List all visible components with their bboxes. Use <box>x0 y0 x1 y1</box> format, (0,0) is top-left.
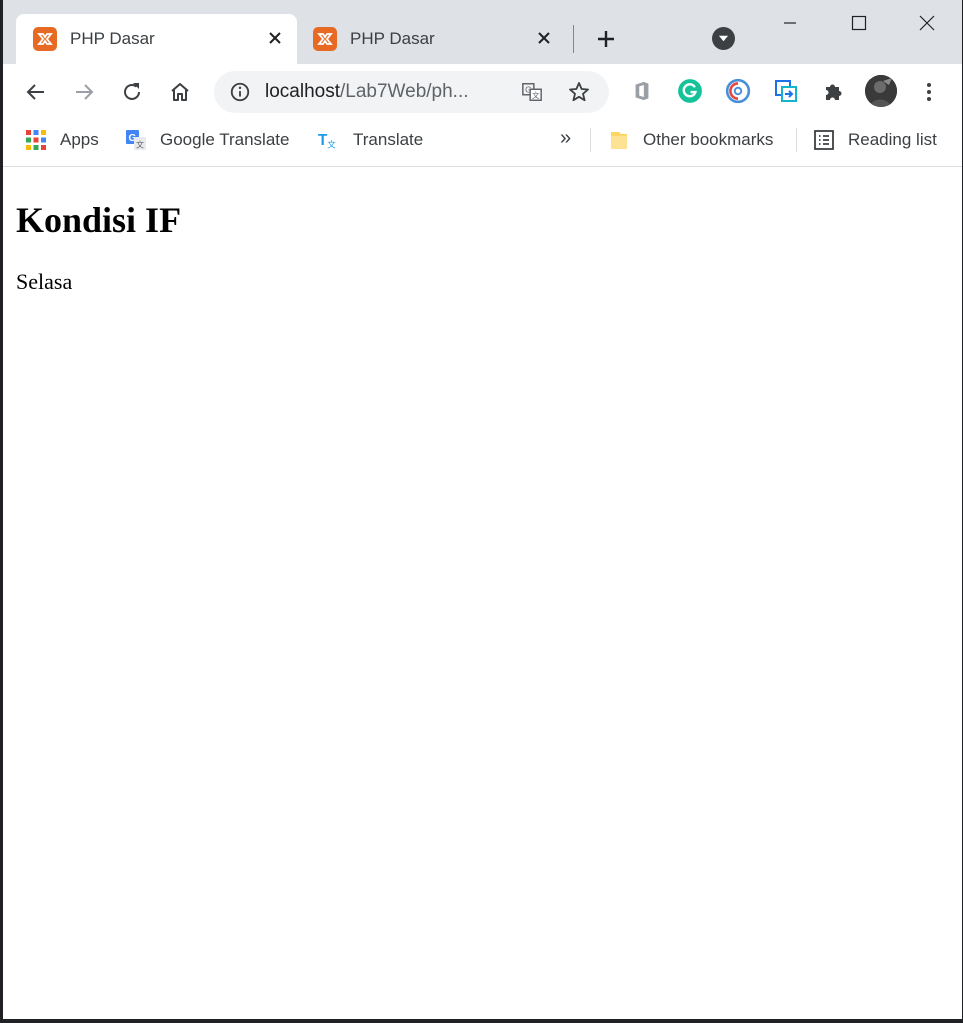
tab-close-icon[interactable] <box>263 26 287 50</box>
three-dots-icon <box>927 83 931 101</box>
navigation-toolbar: localhost/Lab7Web/ph... G文 <box>3 64 962 120</box>
close-icon <box>919 15 935 31</box>
tab-strip: PHP Dasar PHP Dasar <box>3 0 962 64</box>
url-host: localhost <box>265 81 340 102</box>
bookmark-apps[interactable]: Apps <box>25 127 99 153</box>
tab-title: PHP Dasar <box>70 29 155 48</box>
tab-php-dasar-active[interactable]: PHP Dasar <box>16 14 297 64</box>
reload-icon <box>124 83 140 100</box>
bookmark-separator <box>796 128 797 152</box>
xampp-favicon-icon <box>313 27 337 51</box>
maximize-icon <box>851 15 867 31</box>
profile-avatar[interactable] <box>865 75 897 107</box>
arrow-right-icon <box>76 84 94 100</box>
bookmark-other-bookmarks[interactable]: Other bookmarks <box>608 127 773 153</box>
bookmark-label: Other bookmarks <box>643 130 774 149</box>
home-icon <box>171 83 189 101</box>
page-title: Kondisi IF <box>16 200 182 240</box>
address-bar[interactable]: localhost/Lab7Web/ph... G文 <box>214 71 609 113</box>
svg-text:文: 文 <box>532 91 540 100</box>
url-text[interactable]: localhost/Lab7Web/ph... <box>265 81 469 103</box>
reading-list-icon <box>813 129 835 151</box>
url-path: /Lab7Web/ph... <box>340 81 469 102</box>
translate-page-icon[interactable]: G文 <box>520 80 544 104</box>
office-extension-icon[interactable] <box>627 76 657 106</box>
grammarly-extension-icon[interactable] <box>675 76 705 106</box>
tab-php-dasar[interactable]: PHP Dasar <box>296 14 566 64</box>
plus-icon <box>598 31 614 47</box>
svg-text:文: 文 <box>136 140 144 150</box>
forward-button[interactable] <box>68 76 100 108</box>
svg-text:文: 文 <box>327 140 336 150</box>
tab-title: PHP Dasar <box>350 29 435 48</box>
bookmark-translate[interactable]: T文 Translate <box>318 127 423 153</box>
home-button[interactable] <box>164 76 196 108</box>
browser-menu-button[interactable] <box>915 76 943 108</box>
google-translate-icon: G文 <box>125 129 147 151</box>
chevron-down-icon <box>718 35 729 42</box>
page-content: Kondisi IF Selasa <box>3 168 962 1019</box>
folder-icon <box>608 129 630 151</box>
bookmark-separator <box>590 128 591 152</box>
bookmark-label: Apps <box>60 130 99 149</box>
bookmark-label: Reading list <box>848 130 937 149</box>
bookmark-star-icon[interactable] <box>567 80 591 104</box>
bookmark-google-translate[interactable]: G文 Google Translate <box>125 127 289 153</box>
page-text: Selasa <box>16 269 73 294</box>
puzzle-extensions-icon[interactable] <box>819 76 849 106</box>
bookmarks-bar: Apps G文 Google Translate T文 Translate » … <box>3 120 962 167</box>
translate-icon: T文 <box>318 129 340 151</box>
browser-window: PHP Dasar PHP Dasar localhost/Lab7Web/ph… <box>3 0 962 1019</box>
remote-extension-icon[interactable] <box>771 76 801 106</box>
close-window-button[interactable] <box>904 6 950 40</box>
reload-button[interactable] <box>116 76 148 108</box>
bookmark-label: Translate <box>353 130 424 149</box>
site-info-icon[interactable] <box>228 80 252 104</box>
tab-close-icon[interactable] <box>532 26 556 50</box>
maximize-button[interactable] <box>836 6 882 40</box>
bookmarks-overflow-chevron-icon[interactable]: » <box>560 127 571 150</box>
reading-list-button[interactable]: Reading list <box>813 127 937 153</box>
circle-extension-icon[interactable] <box>723 76 753 106</box>
xampp-favicon-icon <box>33 27 57 51</box>
new-tab-button[interactable] <box>593 26 619 52</box>
tab-search-button[interactable] <box>712 27 735 50</box>
back-button[interactable] <box>20 76 52 108</box>
apps-grid-icon <box>25 129 47 151</box>
tab-separator <box>573 25 574 53</box>
bookmark-label: Google Translate <box>160 130 290 149</box>
minimize-icon <box>784 22 796 24</box>
minimize-button[interactable] <box>767 6 813 40</box>
arrow-left-icon <box>26 84 44 100</box>
